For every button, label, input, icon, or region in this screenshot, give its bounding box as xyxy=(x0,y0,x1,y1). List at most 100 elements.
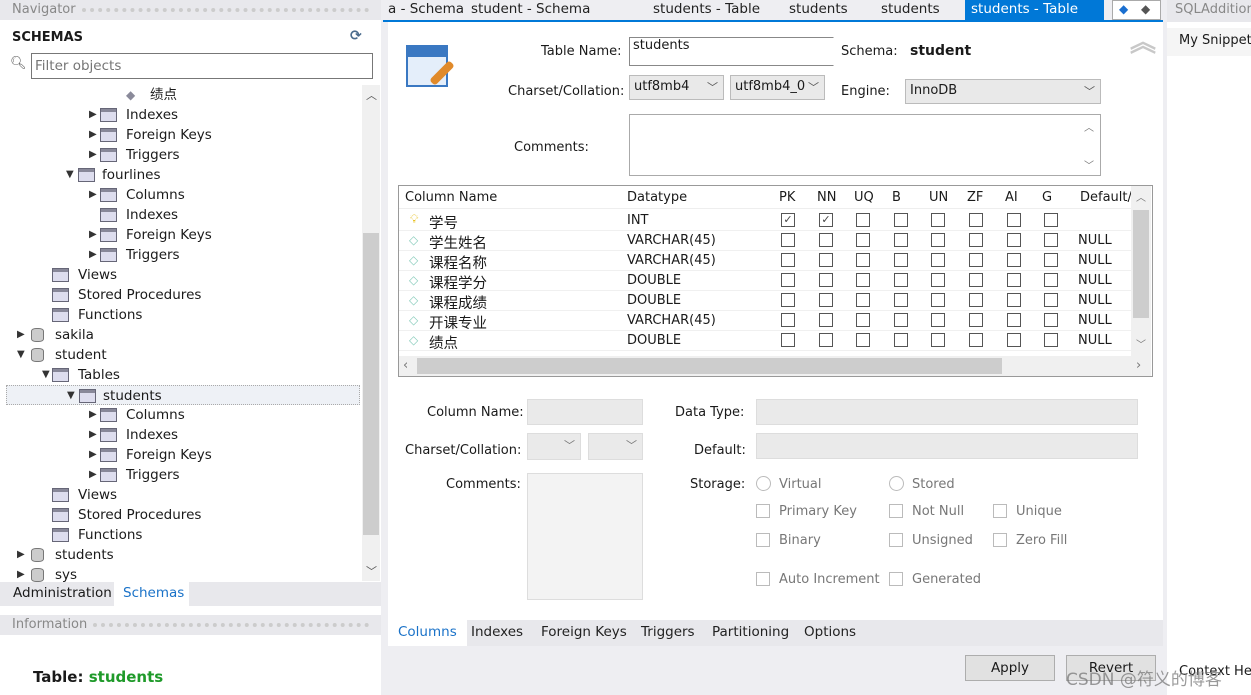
apply-button[interactable]: Apply xyxy=(965,655,1055,681)
scroll-down-icon[interactable]: ﹀ xyxy=(366,563,377,579)
editor-tab-foreign-keys[interactable]: Foreign Keys xyxy=(541,624,627,640)
table-row[interactable]: ◇ 绩点 DOUBLE NULL xyxy=(399,331,1131,352)
flag-checkbox[interactable]: ✓ xyxy=(781,213,795,227)
collapsed-arrow-icon[interactable]: ▶ xyxy=(89,245,97,265)
tree-item[interactable]: Functions xyxy=(6,525,360,545)
tree-item[interactable]: ◆ 绩点 xyxy=(6,85,360,105)
tree-item[interactable]: ▶ Columns xyxy=(6,405,360,425)
flag-checkbox[interactable] xyxy=(856,333,870,347)
tab-scroll-right-icon[interactable]: ◆ xyxy=(1141,2,1150,16)
collapsed-arrow-icon[interactable]: ▶ xyxy=(89,125,97,145)
flag-checkbox[interactable] xyxy=(781,333,795,347)
flag-checkbox[interactable] xyxy=(969,313,983,327)
flag-checkbox[interactable] xyxy=(969,293,983,307)
collapsed-arrow-icon[interactable]: ▶ xyxy=(89,145,97,165)
tree-item[interactable]: ▶ Columns xyxy=(6,185,360,205)
flag-checkbox[interactable] xyxy=(1007,213,1021,227)
collapsed-arrow-icon[interactable]: ▶ xyxy=(89,105,97,125)
column-name-input[interactable] xyxy=(527,399,643,425)
editor-tab-partitioning[interactable]: Partitioning xyxy=(712,624,789,640)
column-collation-select[interactable]: ﹀ xyxy=(588,433,643,460)
tree-item[interactable]: Indexes xyxy=(6,205,360,225)
tree-scrollbar[interactable]: ︿ ﹀ xyxy=(362,85,380,581)
filter-objects-input[interactable] xyxy=(31,53,373,79)
collapsed-arrow-icon[interactable]: ▶ xyxy=(89,185,97,205)
expanded-arrow-icon[interactable]: ▼ xyxy=(67,386,75,406)
collapsed-arrow-icon[interactable]: ▶ xyxy=(89,445,97,465)
collapsed-arrow-icon[interactable]: ▶ xyxy=(89,225,97,245)
column-header[interactable]: B xyxy=(892,190,901,205)
collapsed-arrow-icon[interactable]: ▶ xyxy=(89,405,97,425)
scroll-left-icon[interactable]: ‹ xyxy=(403,358,408,373)
column-header[interactable]: PK xyxy=(779,190,795,205)
tree-item[interactable]: Stored Procedures xyxy=(6,505,360,525)
flag-checkbox[interactable] xyxy=(819,313,833,327)
tree-item[interactable]: ▶ Triggers xyxy=(6,465,360,485)
column-header[interactable]: AI xyxy=(1005,190,1018,205)
editor-tab-options[interactable]: Options xyxy=(804,624,856,640)
tree-item[interactable]: ▼ students xyxy=(6,385,360,405)
table-row[interactable]: ◇ 课程名称 VARCHAR(45) NULL xyxy=(399,251,1131,272)
flag-checkbox[interactable] xyxy=(1007,293,1021,307)
flag-checkbox[interactable] xyxy=(894,293,908,307)
tree-item[interactable]: ▶ Foreign Keys xyxy=(6,125,360,145)
expanded-arrow-icon[interactable]: ▼ xyxy=(17,345,25,365)
tab-schemas[interactable]: Schemas xyxy=(114,582,189,606)
binary-checkbox[interactable] xyxy=(756,533,770,547)
tree-item[interactable]: ▶ Triggers xyxy=(6,145,360,165)
table-row[interactable]: ◇ 课程学分 DOUBLE NULL xyxy=(399,271,1131,292)
flag-checkbox[interactable] xyxy=(856,293,870,307)
collapsed-arrow-icon[interactable]: ▶ xyxy=(17,545,25,565)
collapsed-arrow-icon[interactable]: ▶ xyxy=(89,425,97,445)
tree-item[interactable]: ▼ Tables xyxy=(6,365,360,385)
flag-checkbox[interactable] xyxy=(1007,273,1021,287)
unsigned-checkbox[interactable] xyxy=(889,533,903,547)
column-header[interactable]: UQ xyxy=(854,190,874,205)
flag-checkbox[interactable] xyxy=(856,233,870,247)
flag-checkbox[interactable] xyxy=(931,233,945,247)
flag-checkbox[interactable] xyxy=(819,293,833,307)
my-snippets-selector[interactable]: My Snippets xyxy=(1167,28,1251,56)
tab-scroll-left-icon[interactable]: ◆ xyxy=(1119,2,1128,16)
collapsed-arrow-icon[interactable]: ▶ xyxy=(89,465,97,485)
zero-fill-checkbox[interactable] xyxy=(993,533,1007,547)
flag-checkbox[interactable] xyxy=(781,273,795,287)
flag-checkbox[interactable] xyxy=(931,293,945,307)
table-name-input[interactable]: students xyxy=(629,37,834,66)
flag-checkbox[interactable] xyxy=(931,253,945,267)
column-header[interactable]: ZF xyxy=(967,190,983,205)
expanded-arrow-icon[interactable]: ▼ xyxy=(66,165,74,185)
collapse-icon[interactable]: ︽ xyxy=(1130,30,1156,56)
flag-checkbox[interactable] xyxy=(819,333,833,347)
engine-select[interactable]: InnoDB ﹀ xyxy=(905,79,1101,104)
scroll-down-icon[interactable]: ﹀ xyxy=(1136,336,1146,351)
column-header[interactable]: NN xyxy=(817,190,836,205)
tree-item[interactable]: ▶ Indexes xyxy=(6,425,360,445)
flag-checkbox[interactable] xyxy=(1007,313,1021,327)
column-comments-textarea[interactable] xyxy=(527,473,643,600)
flag-checkbox[interactable] xyxy=(856,253,870,267)
refresh-icon[interactable]: ⟳ xyxy=(350,28,362,44)
table-row[interactable]: ◇ 课程成绩 DOUBLE NULL xyxy=(399,291,1131,312)
table-row[interactable]: ◇ 学生姓名 VARCHAR(45) NULL xyxy=(399,231,1131,252)
column-header[interactable]: G xyxy=(1042,190,1052,205)
tree-item[interactable]: ▶ students xyxy=(6,545,360,565)
flag-checkbox[interactable] xyxy=(1007,233,1021,247)
flag-checkbox[interactable] xyxy=(1044,253,1058,267)
flag-checkbox[interactable] xyxy=(894,273,908,287)
table-comments-textarea[interactable]: ︿ ﹀ xyxy=(629,114,1101,176)
flag-checkbox[interactable] xyxy=(969,333,983,347)
scroll-right-icon[interactable]: › xyxy=(1136,358,1141,373)
tree-item[interactable]: ▶ Indexes xyxy=(6,105,360,125)
editor-tab[interactable]: a - Schema xyxy=(388,0,464,20)
scroll-thumb[interactable] xyxy=(1133,210,1149,318)
scroll-up-icon[interactable]: ︿ xyxy=(366,87,377,103)
expanded-arrow-icon[interactable]: ▼ xyxy=(42,365,50,385)
auto-increment-checkbox[interactable] xyxy=(756,572,770,586)
flag-checkbox[interactable] xyxy=(1007,333,1021,347)
flag-checkbox[interactable] xyxy=(819,273,833,287)
column-header[interactable]: Default/ xyxy=(1080,190,1132,205)
flag-checkbox[interactable] xyxy=(931,273,945,287)
flag-checkbox[interactable] xyxy=(894,233,908,247)
flag-checkbox[interactable] xyxy=(1044,233,1058,247)
